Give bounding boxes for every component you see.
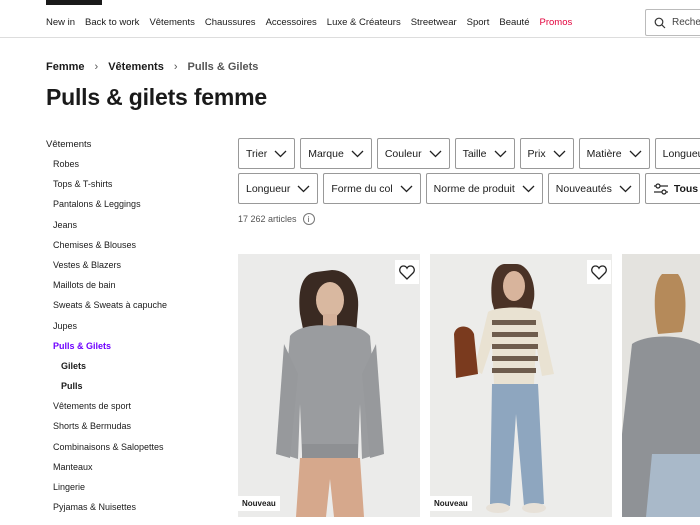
chevron-down-icon [400, 185, 413, 192]
nav-divider [0, 37, 700, 38]
new-badge: Nouveau [430, 496, 472, 511]
filter-button[interactable]: Longueur [654, 138, 700, 169]
filter-row-2: Longueur Forme du col Norme de produit Nouv… [238, 173, 700, 204]
chevron-down-icon [629, 150, 642, 157]
chevron-down-icon [297, 185, 310, 192]
sidebar-item[interactable]: Vestes & Blazers [46, 260, 226, 280]
article-count-text: 17 262 articles [238, 214, 297, 224]
chevron-down-icon [494, 150, 506, 157]
favorite-button-1[interactable] [395, 260, 419, 284]
chevron-down-icon [522, 185, 535, 192]
filter-label: Longueur [662, 147, 700, 160]
nav-item-6[interactable]: Streetwear [411, 17, 457, 28]
sidebar-item[interactable]: Chemises & Blouses [46, 240, 226, 260]
info-icon[interactable]: i [302, 213, 315, 225]
heart-icon [591, 264, 607, 280]
filter-bar: Trier Marque Couleur Taille Prix Matière Longu… [238, 138, 700, 208]
nav-item-1[interactable]: Back to work [85, 17, 139, 28]
logo[interactable] [46, 0, 102, 5]
sidebar-item[interactable]: Manteaux [46, 462, 226, 482]
filter-button[interactable]: Longueur [238, 173, 319, 204]
page-title: Pulls & gilets femme [46, 84, 267, 110]
product-card-1[interactable]: Nouveau [238, 254, 420, 517]
article-count: 17 262 articles i [238, 213, 315, 225]
filter-button[interactable]: Marque [300, 138, 372, 169]
category-sidebar: Vêtements Robes Tops & T-shirts Pantalons … [46, 139, 226, 522]
filter-label: Couleur [384, 147, 422, 160]
breadcrumb-current: Pulls & Gilets [187, 61, 259, 73]
filter-label: Matière [586, 147, 622, 160]
chevron-right-icon: › [94, 61, 99, 73]
new-badge: Nouveau [238, 496, 280, 511]
sidebar-item[interactable]: Jeans [46, 220, 226, 240]
filter-button[interactable]: Taille [454, 138, 515, 169]
search-icon [654, 17, 666, 28]
filter-button[interactable]: Trier [238, 138, 296, 169]
product-card-2[interactable]: Nouveau [430, 254, 612, 517]
sidebar-root-category[interactable]: Vêtements [46, 139, 226, 150]
nav-item-2[interactable]: Vêtements [149, 17, 194, 28]
sidebar-item[interactable]: Lingerie [46, 482, 226, 502]
filter-button[interactable]: Couleur [376, 138, 450, 169]
filter-label: Taille [462, 147, 487, 160]
all-filters-label: Tous le [673, 182, 700, 195]
search-placeholder: Reche [672, 17, 700, 28]
nav-item-8[interactable]: Beauté [499, 17, 529, 28]
filter-button[interactable]: Nouveautés [547, 173, 640, 204]
sidebar-item[interactable]: Pulls & Gilets [46, 341, 226, 361]
nav-item-0[interactable]: New in [46, 17, 75, 28]
sidebar-item[interactable]: Maillots de bain [46, 280, 226, 300]
product-image-3 [622, 254, 700, 517]
filter-label: Prix [527, 147, 546, 160]
search-input[interactable]: Reche [645, 9, 700, 36]
sidebar-item[interactable]: Tops & T-shirts [46, 179, 226, 199]
nav-item-4[interactable]: Accessoires [266, 17, 317, 28]
product-image-1 [238, 254, 420, 517]
favorite-button-2[interactable] [587, 260, 611, 284]
sliders-icon [653, 182, 668, 195]
breadcrumb-vetements[interactable]: Vêtements [108, 61, 164, 73]
sidebar-item[interactable]: Gilets [46, 361, 226, 381]
sidebar-item[interactable]: Pulls [46, 381, 226, 401]
sidebar-item[interactable]: Pyjamas & Nuisettes [46, 502, 226, 522]
filter-label: Longueur [246, 182, 291, 195]
filter-button[interactable]: Matière [578, 138, 650, 169]
sidebar-item[interactable]: Sweats & Sweats à capuche [46, 300, 226, 320]
chevron-down-icon [619, 185, 632, 192]
sidebar-item[interactable]: Shorts & Bermudas [46, 421, 226, 441]
nav-item-5[interactable]: Luxe & Créateurs [327, 17, 401, 28]
filter-label: Forme du col [331, 182, 393, 195]
filter-label: Nouveautés [555, 182, 612, 195]
filter-row-1: Trier Marque Couleur Taille Prix Matière Longu… [238, 138, 700, 169]
filter-button[interactable]: Prix [519, 138, 574, 169]
sidebar-item[interactable]: Pantalons & Leggings [46, 199, 226, 219]
chevron-right-icon: › [173, 61, 178, 73]
sidebar-item[interactable]: Vêtements de sport [46, 401, 226, 421]
chevron-down-icon [429, 150, 442, 157]
chevron-down-icon [351, 150, 364, 157]
top-navigation: New in Back to work Vêtements Chaussures Acc… [46, 17, 582, 28]
filter-label: Trier [246, 147, 268, 160]
filter-label: Marque [308, 147, 344, 160]
nav-item-promos[interactable]: Promos [540, 17, 573, 28]
breadcrumb: Femme › Vêtements › Pulls & Gilets [46, 61, 258, 73]
filter-button[interactable]: Norme de produit [425, 173, 543, 204]
all-filters-button[interactable]: Tous le [644, 173, 700, 204]
sidebar-list: Robes Tops & T-shirts Pantalons & Leggings… [46, 159, 226, 522]
chevron-down-icon [274, 150, 287, 157]
nav-item-3[interactable]: Chaussures [205, 17, 256, 28]
sidebar-item[interactable]: Combinaisons & Salopettes [46, 442, 226, 462]
product-image-2 [430, 254, 612, 517]
chevron-down-icon [553, 150, 566, 157]
filter-label: Norme de produit [433, 182, 515, 195]
product-card-3[interactable] [622, 254, 700, 517]
sidebar-item[interactable]: Robes [46, 159, 226, 179]
heart-icon [399, 264, 415, 280]
nav-item-7[interactable]: Sport [467, 17, 490, 28]
breadcrumb-femme[interactable]: Femme [46, 61, 85, 73]
filter-button[interactable]: Forme du col [323, 173, 421, 204]
sidebar-item[interactable]: Jupes [46, 321, 226, 341]
